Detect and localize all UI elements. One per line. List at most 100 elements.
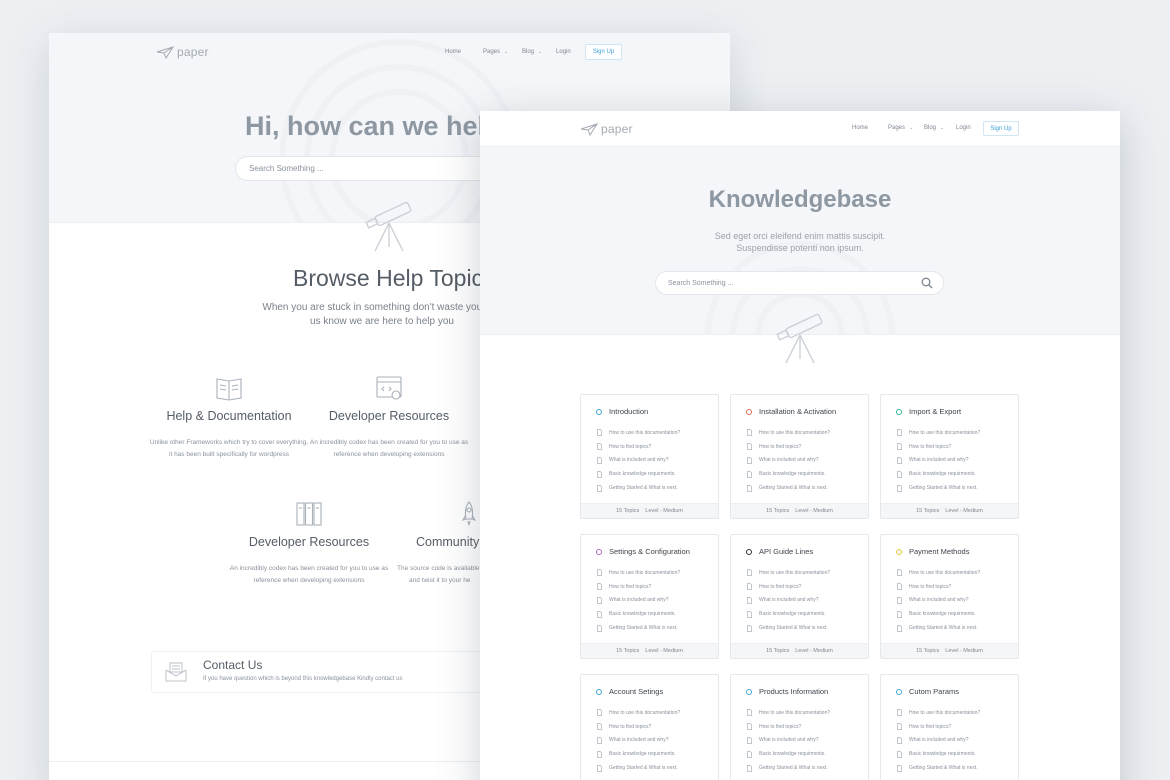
- article-link[interactable]: How to use this documentation?: [597, 706, 680, 720]
- article-link[interactable]: How to use this documentation?: [747, 426, 830, 440]
- description-line: An incredibly codex has been created for…: [309, 439, 469, 446]
- article-link[interactable]: How to find topics?: [897, 440, 980, 454]
- article-link[interactable]: What is included and why?: [747, 594, 830, 608]
- card-header[interactable]: Account Setings: [596, 687, 663, 696]
- article-link[interactable]: Basic knowledge requirments.: [897, 747, 980, 761]
- article-link[interactable]: What is included and why?: [747, 734, 830, 748]
- article-link[interactable]: Basic knowledge requirments.: [897, 607, 980, 621]
- document-icon: [747, 443, 752, 451]
- article-link[interactable]: Basic knowledge requirments.: [597, 607, 680, 621]
- article-link[interactable]: How to find topics?: [747, 440, 830, 454]
- article-link[interactable]: How to use this documentation?: [897, 566, 980, 580]
- topic-card-9[interactable]: Cutom Params How to use this documentati…: [880, 674, 1019, 780]
- article-link[interactable]: What is included and why?: [597, 594, 680, 608]
- topic-card-1[interactable]: Introduction How to use this documentati…: [580, 394, 719, 519]
- feature-title: Developer Resources: [248, 535, 370, 549]
- card-header[interactable]: Introduction: [596, 407, 648, 416]
- paper-plane-icon: [580, 122, 598, 136]
- article-link[interactable]: Getting Started & What is next.: [747, 761, 830, 775]
- feature-developer-resources[interactable]: Developer Resources An incredibly codex …: [309, 375, 469, 461]
- description-line: reference when developing extensions: [333, 451, 445, 458]
- subtitle-line: Suspendisse potenti non ipsum.: [736, 243, 864, 253]
- article-link[interactable]: How to use this documentation?: [747, 566, 830, 580]
- search-icon[interactable]: [921, 277, 933, 289]
- article-link[interactable]: Getting Started & What is next.: [897, 621, 980, 635]
- article-link[interactable]: Basic knowledge requirments.: [747, 467, 830, 481]
- article-link[interactable]: Getting Started & What is next.: [747, 481, 830, 495]
- article-link[interactable]: How to find topics?: [597, 440, 680, 454]
- article-title: What is included and why?: [759, 737, 819, 744]
- topic-card-4[interactable]: Settings & Configuration How to use this…: [580, 534, 719, 659]
- card-header[interactable]: Settings & Configuration: [596, 547, 690, 556]
- nav-blog[interactable]: Blog ⌄: [924, 125, 944, 131]
- article-link[interactable]: Basic knowledge requirments.: [597, 467, 680, 481]
- card-header[interactable]: Products Information: [746, 687, 828, 696]
- nav-blog[interactable]: Blog ⌄: [522, 49, 542, 55]
- nav-pages-label: Pages: [483, 49, 501, 55]
- nav-home[interactable]: Home: [852, 125, 868, 131]
- topic-card-5[interactable]: API Guide Lines How to use this document…: [730, 534, 869, 659]
- article-link[interactable]: How to use this documentation?: [897, 706, 980, 720]
- card-header[interactable]: API Guide Lines: [746, 547, 813, 556]
- article-title: What is included and why?: [609, 737, 669, 744]
- card-header[interactable]: Installation & Activation: [746, 407, 836, 416]
- nav-login[interactable]: Login: [956, 125, 971, 131]
- article-link[interactable]: What is included and why?: [897, 594, 980, 608]
- article-link[interactable]: How to use this documentation?: [597, 566, 680, 580]
- article-link[interactable]: How to find topics?: [897, 580, 980, 594]
- topic-card-8[interactable]: Products Information How to use this doc…: [730, 674, 869, 780]
- level-label: Level - Medium: [645, 648, 683, 654]
- article-link[interactable]: Getting Started & What is next.: [897, 481, 980, 495]
- article-link[interactable]: Getting Started & What is next.: [597, 621, 680, 635]
- topic-card-7[interactable]: Account Setings How to use this document…: [580, 674, 719, 780]
- article-link[interactable]: How to find topics?: [897, 720, 980, 734]
- card-footer: 15 Topics Level - Medium: [581, 503, 718, 518]
- article-link[interactable]: Basic knowledge requirments.: [747, 747, 830, 761]
- article-link[interactable]: How to use this documentation?: [897, 426, 980, 440]
- article-link[interactable]: What is included and why?: [597, 454, 680, 468]
- nav-pages[interactable]: Pages ⌄: [888, 125, 913, 131]
- article-title: What is included and why?: [759, 457, 819, 464]
- feature-developer-resources-2[interactable]: Developer Resources An incredibly codex …: [229, 501, 389, 587]
- card-article-list: How to use this documentation? How to fin…: [897, 426, 980, 495]
- article-link[interactable]: Getting Started & What is next.: [747, 621, 830, 635]
- article-link[interactable]: Getting Started & What is next.: [597, 761, 680, 775]
- article-link[interactable]: Basic knowledge requirments.: [597, 747, 680, 761]
- nav-pages[interactable]: Pages ⌄: [483, 49, 508, 55]
- card-header[interactable]: Import & Export: [896, 407, 961, 416]
- article-link[interactable]: How to find topics?: [597, 720, 680, 734]
- article-link[interactable]: What is included and why?: [897, 734, 980, 748]
- feature-description: An incredibly codex has been created for…: [309, 437, 469, 461]
- feature-help-documentation[interactable]: Help & Documentation Unlike other Framew…: [149, 375, 309, 461]
- card-article-list: How to use this documentation? How to fin…: [897, 566, 980, 635]
- article-link[interactable]: What is included and why?: [747, 454, 830, 468]
- nav-login[interactable]: Login: [556, 49, 571, 55]
- document-icon: [747, 583, 752, 591]
- article-link[interactable]: Basic knowledge requirments.: [897, 467, 980, 481]
- logo[interactable]: paper: [156, 45, 209, 59]
- article-link[interactable]: How to find topics?: [747, 720, 830, 734]
- article-title: Getting Started & What is next.: [759, 765, 828, 772]
- logo[interactable]: paper: [580, 122, 633, 136]
- article-link[interactable]: How to find topics?: [747, 580, 830, 594]
- article-link[interactable]: Getting Started & What is next.: [897, 761, 980, 775]
- article-link[interactable]: Basic knowledge requirments.: [747, 607, 830, 621]
- contact-us-card[interactable]: Contact Us If you have question which is…: [151, 651, 531, 693]
- topic-card-6[interactable]: Payment Methods How to use this document…: [880, 534, 1019, 659]
- document-icon: [897, 624, 902, 632]
- article-link[interactable]: What is included and why?: [897, 454, 980, 468]
- search-input[interactable]: Search Something ...: [655, 271, 944, 295]
- signup-button[interactable]: Sign Up: [983, 121, 1019, 136]
- article-link[interactable]: How to find topics?: [597, 580, 680, 594]
- article-link[interactable]: What is included and why?: [597, 734, 680, 748]
- card-header[interactable]: Payment Methods: [896, 547, 969, 556]
- signup-button[interactable]: Sign Up: [585, 44, 622, 60]
- card-header[interactable]: Cutom Params: [896, 687, 959, 696]
- topic-card-3[interactable]: Import & Export How to use this document…: [880, 394, 1019, 519]
- article-link[interactable]: How to use this documentation?: [747, 706, 830, 720]
- article-link[interactable]: Getting Started & What is next.: [597, 481, 680, 495]
- document-icon: [897, 737, 902, 744]
- article-link[interactable]: How to use this documentation?: [597, 426, 680, 440]
- nav-home[interactable]: Home: [445, 49, 461, 55]
- topic-card-2[interactable]: Installation & Activation How to use thi…: [730, 394, 869, 519]
